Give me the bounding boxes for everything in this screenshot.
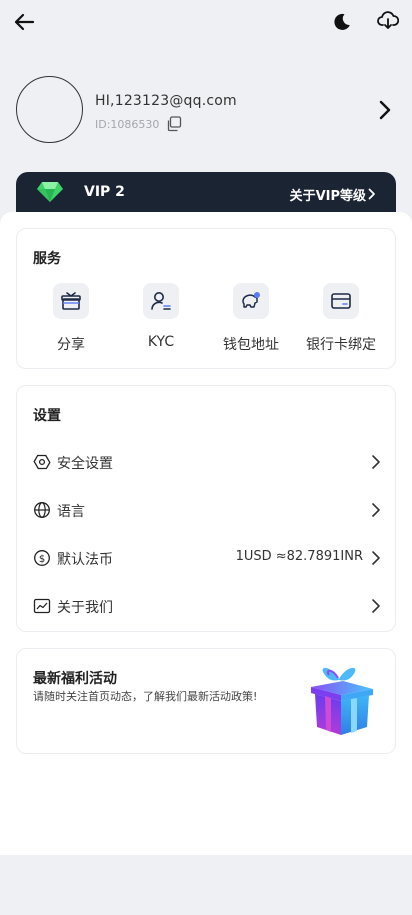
moon-icon [334, 13, 350, 30]
services-card: 服务 分享 KYC 钱包地址 银行卡绑定 [16, 228, 396, 369]
service-bank-card[interactable]: 银行卡绑定 [296, 283, 386, 353]
arrow-left-icon [14, 13, 35, 31]
setting-language[interactable]: 语言 [33, 494, 381, 526]
vip-link-chevron-icon [368, 188, 375, 200]
user-id: ID:1086530 [95, 117, 160, 131]
chevron-right-icon [372, 455, 380, 469]
dollar-icon: $ [34, 550, 50, 566]
settings-title: 设置 [33, 408, 61, 424]
globe-icon [34, 502, 50, 518]
profile-row[interactable]: HI,123123@qq.com ID:1086530 [0, 68, 412, 152]
services-title: 服务 [33, 251, 61, 267]
chevron-right-icon [372, 551, 380, 565]
chevron-right-icon [372, 599, 380, 613]
download-icon [377, 11, 399, 29]
shield-hexagon-icon [33, 454, 51, 470]
setting-default-currency[interactable]: $ 默认法币 1USD ≈82.7891INR [33, 542, 381, 574]
theme-toggle-button[interactable] [328, 8, 356, 36]
service-share[interactable]: 分享 [26, 283, 116, 353]
piggy-bank-icon [233, 283, 269, 319]
uid-row: ID:1086530 [95, 115, 183, 133]
chevron-right-icon[interactable] [375, 98, 395, 122]
gift-icon [53, 283, 89, 319]
svg-text:$: $ [39, 554, 45, 565]
setting-default-currency-label: 默认法币 [57, 552, 113, 568]
service-share-label: 分享 [57, 337, 85, 353]
vip-info-link-label: 关于VIP等级 [289, 189, 366, 204]
setting-security-label: 安全设置 [57, 456, 113, 472]
top-bar [0, 0, 412, 44]
copy-icon[interactable] [165, 115, 183, 133]
diamond-icon [37, 182, 63, 202]
user-id-icon [143, 283, 179, 319]
service-kyc[interactable]: KYC [116, 283, 206, 353]
promo-description: 请随时关注首页动态，了解我们最新活动政策! [33, 690, 258, 703]
chevron-right-icon [372, 503, 380, 517]
chart-icon [33, 598, 51, 614]
back-button[interactable] [10, 8, 38, 36]
download-button[interactable] [374, 7, 402, 35]
avatar[interactable] [16, 76, 83, 143]
service-kyc-label: KYC [147, 334, 175, 350]
settings-card: 设置 安全设置 语言 $ 默认法币 1USD ≈82.7891INR 关于我们 [16, 385, 396, 632]
bank-card-icon [323, 283, 359, 319]
promo-title: 最新福利活动 [33, 671, 117, 687]
service-bank-card-label: 银行卡绑定 [306, 337, 376, 353]
promo-card[interactable]: 最新福利活动 请随时关注首页动态，了解我们最新活动政策! [16, 648, 396, 754]
setting-about-us[interactable]: 关于我们 [33, 590, 381, 622]
setting-about-us-label: 关于我们 [57, 600, 113, 616]
vip-info-link[interactable]: 关于VIP等级 [290, 185, 366, 204]
currency-rate-value: 1USD ≈82.7891INR [235, 549, 363, 564]
gift-box-icon [311, 667, 373, 735]
service-wallet-address[interactable]: 钱包地址 [206, 283, 296, 353]
setting-language-label: 语言 [57, 504, 85, 520]
service-wallet-address-label: 钱包地址 [223, 337, 279, 353]
setting-security[interactable]: 安全设置 [33, 446, 381, 478]
user-email: HI,123123@qq.com [95, 93, 237, 109]
vip-level: VIP 2 [84, 184, 125, 200]
